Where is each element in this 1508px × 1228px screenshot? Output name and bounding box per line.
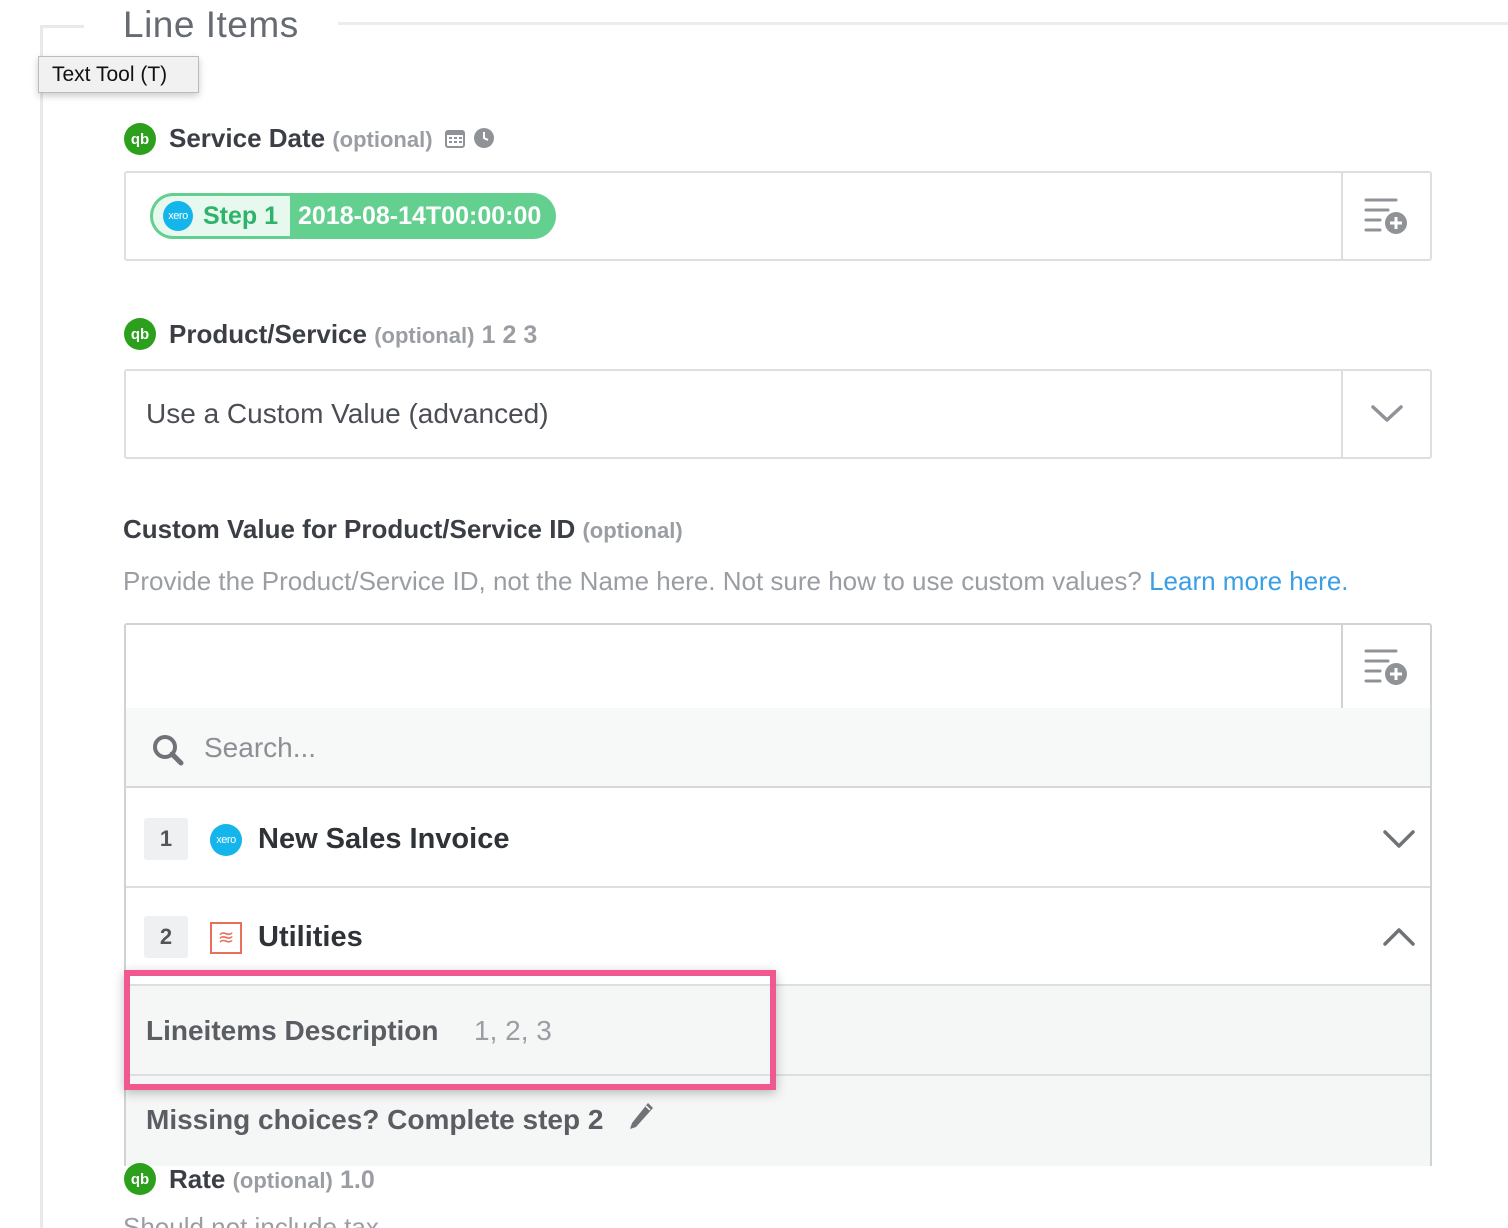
select-value: Use a Custom Value (advanced) bbox=[146, 398, 549, 429]
step-number: 2 bbox=[144, 916, 188, 958]
insert-data-icon bbox=[1364, 198, 1407, 234]
optional-tag: (optional) bbox=[332, 127, 433, 152]
section-title: Line Items bbox=[123, 4, 299, 45]
optional-tag: (optional) bbox=[374, 323, 475, 348]
pill-step: xero Step 1 bbox=[153, 196, 291, 236]
help-text: Provide the Product/Service ID, not the … bbox=[123, 566, 1349, 597]
formatter-icon: ≋ bbox=[210, 922, 242, 954]
insert-data-button[interactable] bbox=[1341, 173, 1430, 259]
rate-description: Should not include tax bbox=[123, 1212, 379, 1228]
help-text-body: Provide the Product/Service ID, not the … bbox=[123, 566, 1142, 596]
chevron-down-icon[interactable] bbox=[1382, 822, 1416, 856]
product-service-label-text: Product/Service bbox=[169, 319, 367, 349]
dropdown-toggle[interactable] bbox=[1341, 371, 1430, 457]
example-values: 1 2 3 bbox=[481, 321, 538, 349]
product-service-select[interactable]: Use a Custom Value (advanced) bbox=[124, 369, 1432, 459]
calendar-icon bbox=[444, 125, 466, 156]
learn-more-link[interactable]: Learn more here. bbox=[1149, 566, 1348, 596]
search-bar bbox=[126, 708, 1430, 788]
search-input[interactable] bbox=[204, 724, 1104, 772]
tooltip: Text Tool (T) bbox=[38, 56, 199, 93]
service-date-label-text: Service Date bbox=[169, 123, 326, 153]
option-row[interactable]: Lineitems Description 1, 2, 3 bbox=[126, 986, 1430, 1076]
svg-text:qb: qb bbox=[131, 131, 149, 148]
svg-text:qb: qb bbox=[131, 1171, 149, 1188]
pill-step-label: Step 1 bbox=[203, 201, 279, 230]
option-values: 1, 2, 3 bbox=[474, 1015, 552, 1046]
step-number: 1 bbox=[144, 818, 188, 860]
fieldset-border-left bbox=[40, 28, 43, 1228]
insert-data-button[interactable] bbox=[1341, 625, 1430, 708]
quickbooks-icon: qb bbox=[124, 123, 156, 155]
xero-icon: xero bbox=[163, 201, 193, 231]
step-title: Utilities bbox=[258, 921, 363, 953]
example-values: 1.0 bbox=[340, 1166, 375, 1194]
step-title: New Sales Invoice bbox=[258, 823, 510, 855]
step-row-2[interactable]: 2 ≋ Utilities bbox=[126, 888, 1430, 986]
service-date-input[interactable]: xero Step 1 2018-08-14T00:00:00 bbox=[124, 171, 1432, 261]
clock-icon bbox=[473, 125, 495, 156]
data-picker-dropdown: 1 xero New Sales Invoice 2 ≋ Utilities L… bbox=[124, 708, 1432, 1166]
chevron-down-icon bbox=[1370, 405, 1403, 422]
service-date-label: Service Date (optional) bbox=[169, 123, 495, 156]
step-value-pill[interactable]: xero Step 1 2018-08-14T00:00:00 bbox=[150, 193, 557, 239]
custom-value-label-text: Custom Value for Product/Service ID bbox=[123, 514, 576, 544]
missing-choices-row[interactable]: Missing choices? Complete step 2 bbox=[126, 1076, 1430, 1166]
quickbooks-icon: qb bbox=[124, 1163, 156, 1195]
rate-label: Rate (optional) 1.0 bbox=[169, 1164, 375, 1195]
option-label: Lineitems Description bbox=[146, 1015, 439, 1046]
chevron-up-icon[interactable] bbox=[1382, 920, 1416, 954]
svg-text:qb: qb bbox=[131, 326, 149, 343]
custom-value-input[interactable] bbox=[124, 623, 1432, 710]
pill-value: 2018-08-14T00:00:00 bbox=[298, 201, 542, 230]
quickbooks-icon: qb bbox=[124, 318, 156, 350]
optional-tag: (optional) bbox=[232, 1168, 333, 1193]
product-service-label: Product/Service (optional) 1 2 3 bbox=[169, 319, 537, 350]
insert-data-icon bbox=[1364, 649, 1407, 685]
missing-choices-text: Missing choices? Complete step 2 bbox=[146, 1104, 604, 1135]
optional-tag: (optional) bbox=[582, 518, 683, 543]
pencil-icon[interactable] bbox=[626, 1100, 656, 1134]
fieldset-border-top bbox=[338, 22, 1508, 25]
search-icon bbox=[153, 735, 184, 766]
fieldset-border-top bbox=[40, 25, 84, 28]
xero-icon: xero bbox=[210, 824, 242, 856]
custom-value-label: Custom Value for Product/Service ID (opt… bbox=[123, 514, 683, 545]
rate-label-text: Rate bbox=[169, 1164, 226, 1194]
step-row-1[interactable]: 1 xero New Sales Invoice bbox=[126, 790, 1430, 888]
